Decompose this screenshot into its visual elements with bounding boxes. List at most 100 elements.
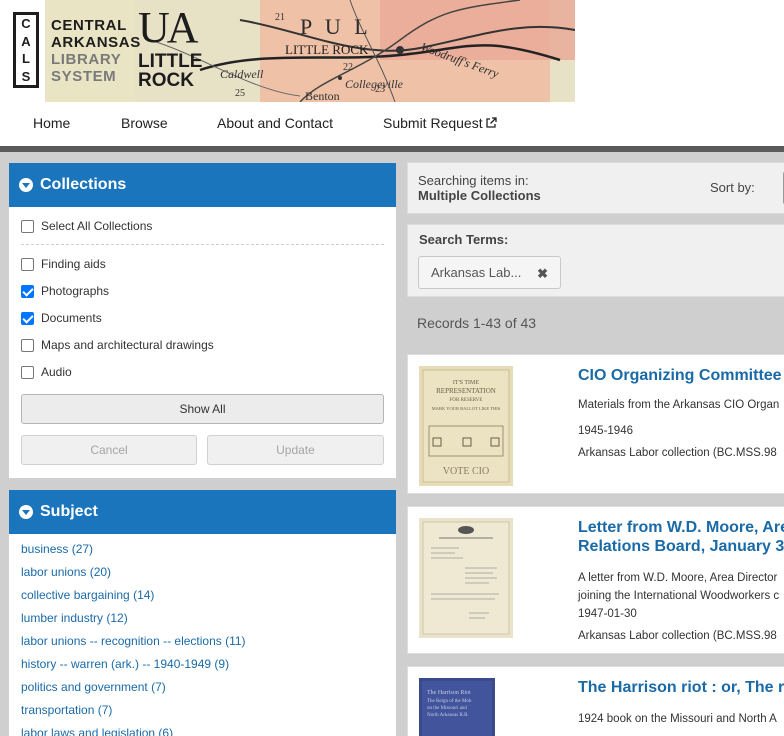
collection-option-documents[interactable]: Documents xyxy=(21,311,102,325)
logo-line: ARKANSAS xyxy=(51,34,141,51)
nav-submit-request[interactable]: Submit Request xyxy=(383,115,497,131)
collections-title: Collections xyxy=(40,176,127,193)
nav-about-contact[interactable]: About and Contact xyxy=(217,115,333,131)
result-description: A letter from W.D. Moore, Area Director xyxy=(578,572,778,584)
checkbox-checked-icon xyxy=(21,284,34,298)
checkbox-icon xyxy=(21,257,34,271)
cancel-button[interactable]: Cancel xyxy=(21,435,197,465)
collection-option-audio[interactable]: Audio xyxy=(21,365,72,379)
result-card: IT'S TIME REPRESENTATION FOR RESERVE MAR… xyxy=(407,354,784,494)
ualr-mark: UA xyxy=(138,3,199,52)
result-description-line: joining the International Woodworkers c xyxy=(578,590,780,602)
logo-line: CENTRAL xyxy=(51,17,127,34)
thumbnail-text: IT'S TIME xyxy=(453,380,479,386)
subject-link[interactable]: labor laws and legislation (6) xyxy=(21,726,246,736)
chevron-down-icon xyxy=(19,505,33,519)
result-description: 1924 book on the Missouri and North A xyxy=(578,713,777,725)
thumbnail-text: REPRESENTATION xyxy=(436,387,496,395)
checkbox-label: Select All Collections xyxy=(41,219,153,233)
logo-letter: S xyxy=(21,68,31,84)
checkbox-label: Audio xyxy=(41,365,72,379)
map-label: 25 xyxy=(235,88,245,99)
thumbnail-text: on the Missouri and xyxy=(427,706,467,711)
result-title-line[interactable]: Relations Board, January 3 xyxy=(578,537,784,556)
collections-panel: Collections Select All Collections Findi… xyxy=(8,162,397,479)
main-nav: Home Browse About and Contact Submit Req… xyxy=(0,102,784,146)
cals-logo-text[interactable]: CENTRAL ARKANSAS LIBRARY SYSTEM xyxy=(51,17,141,85)
result-collection: Arkansas Labor collection (BC.MSS.98 xyxy=(578,447,777,459)
cals-logo-mark[interactable]: C A L S xyxy=(13,12,39,88)
checkbox-label: Finding aids xyxy=(41,257,106,271)
records-count: Records 1-43 of 43 xyxy=(417,315,537,331)
search-term-text: Arkansas Lab... xyxy=(431,265,522,280)
sort-label: Sort by: xyxy=(710,180,755,195)
thumbnail-text: FOR RESERVE xyxy=(450,398,483,403)
searching-in-value: Multiple Collections xyxy=(418,188,541,203)
searching-in-label: Searching items in: xyxy=(418,173,529,188)
update-button[interactable]: Update xyxy=(207,435,384,465)
thumbnail-text: MARK YOUR BALLOT LIKE THIS xyxy=(432,406,501,411)
map-label: Caldwell xyxy=(220,67,264,81)
result-collection: Arkansas Labor collection (BC.MSS.98 xyxy=(578,630,777,642)
result-title[interactable]: CIO Organizing Committee xyxy=(578,366,782,385)
map-label: 23 xyxy=(375,84,385,95)
result-thumbnail[interactable]: IT'S TIME REPRESENTATION FOR RESERVE MAR… xyxy=(419,366,513,486)
logo-letter: L xyxy=(22,51,30,67)
subject-link[interactable]: business (27) xyxy=(21,542,246,565)
select-all-collections-checkbox[interactable]: Select All Collections xyxy=(21,219,152,233)
logo-line: SYSTEM xyxy=(51,68,117,85)
chevron-down-icon xyxy=(19,178,33,192)
show-all-button[interactable]: Show All xyxy=(21,394,384,424)
result-description: Materials from the Arkansas CIO Organ xyxy=(578,399,780,411)
search-term-chip[interactable]: Arkansas Lab... ✖ xyxy=(418,256,561,289)
subject-link[interactable]: transportation (7) xyxy=(21,703,246,726)
checkbox-checked-icon xyxy=(21,311,34,325)
subject-panel: Subject business (27) labor unions (20) … xyxy=(8,489,397,736)
map-label: P U L xyxy=(300,14,372,39)
logo-letter: C xyxy=(21,16,31,32)
subject-link[interactable]: labor unions (20) xyxy=(21,565,246,588)
search-scope-bar: Searching items in: Multiple Collections… xyxy=(407,162,784,214)
collection-option-finding-aids[interactable]: Finding aids xyxy=(21,257,106,271)
site-header-banner: P U L LITTLE ROCK Woodruff's Ferry Caldw… xyxy=(0,0,784,102)
result-thumbnail[interactable]: The Harrison Riot The Reign of the Mob o… xyxy=(419,678,495,736)
nav-home[interactable]: Home xyxy=(33,115,70,131)
result-title[interactable]: Letter from W.D. Moore, Are xyxy=(578,518,784,537)
result-card: The Harrison Riot The Reign of the Mob o… xyxy=(407,666,784,736)
result-thumbnail[interactable] xyxy=(419,518,513,638)
subject-link[interactable]: lumber industry (12) xyxy=(21,611,246,634)
search-terms-box: Search Terms: Arkansas Lab... ✖ xyxy=(407,224,784,297)
subject-link[interactable]: politics and government (7) xyxy=(21,680,246,703)
close-icon[interactable]: ✖ xyxy=(537,266,548,282)
ualr-line: ROCK xyxy=(138,70,194,91)
map-label: 22 xyxy=(343,62,353,73)
thumbnail-text: The Harrison Riot xyxy=(427,690,471,696)
nav-browse[interactable]: Browse xyxy=(121,115,168,131)
checkbox-label: Documents xyxy=(41,311,102,325)
subject-link[interactable]: collective bargaining (14) xyxy=(21,588,246,611)
map-label: LITTLE ROCK xyxy=(285,42,369,57)
thumbnail-text: VOTE CIO xyxy=(443,466,489,477)
collections-panel-header[interactable]: Collections xyxy=(9,163,396,207)
search-terms-label: Search Terms: xyxy=(419,232,509,247)
result-date: 1947-01-30 xyxy=(578,608,637,620)
collection-option-photographs[interactable]: Photographs xyxy=(21,284,109,298)
ualr-logo[interactable]: UA LITTLE ROCK xyxy=(138,3,202,91)
subject-list: business (27) labor unions (20) collecti… xyxy=(21,542,246,736)
map-label: 21 xyxy=(275,12,285,23)
main-content: Collections Select All Collections Findi… xyxy=(0,152,784,736)
checkbox-icon xyxy=(21,338,34,352)
subject-link[interactable]: labor unions -- recognition -- elections… xyxy=(21,634,246,657)
checkbox-label: Maps and architectural drawings xyxy=(41,338,214,352)
logo-line: LIBRARY xyxy=(51,51,122,68)
subject-panel-header[interactable]: Subject xyxy=(9,490,396,534)
collection-option-maps[interactable]: Maps and architectural drawings xyxy=(21,338,214,352)
nav-submit-request-label: Submit Request xyxy=(383,115,483,131)
result-card: Letter from W.D. Moore, Are Relations Bo… xyxy=(407,506,784,654)
subject-title: Subject xyxy=(40,503,98,520)
thumbnail-text: North Arkansas R.R. xyxy=(427,713,469,718)
external-link-icon xyxy=(485,117,497,128)
thumbnail-text: The Reign of the Mob xyxy=(427,699,472,704)
result-title[interactable]: The Harrison riot : or, The r xyxy=(578,678,784,697)
subject-link[interactable]: history -- warren (ark.) -- 1940-1949 (9… xyxy=(21,657,246,680)
